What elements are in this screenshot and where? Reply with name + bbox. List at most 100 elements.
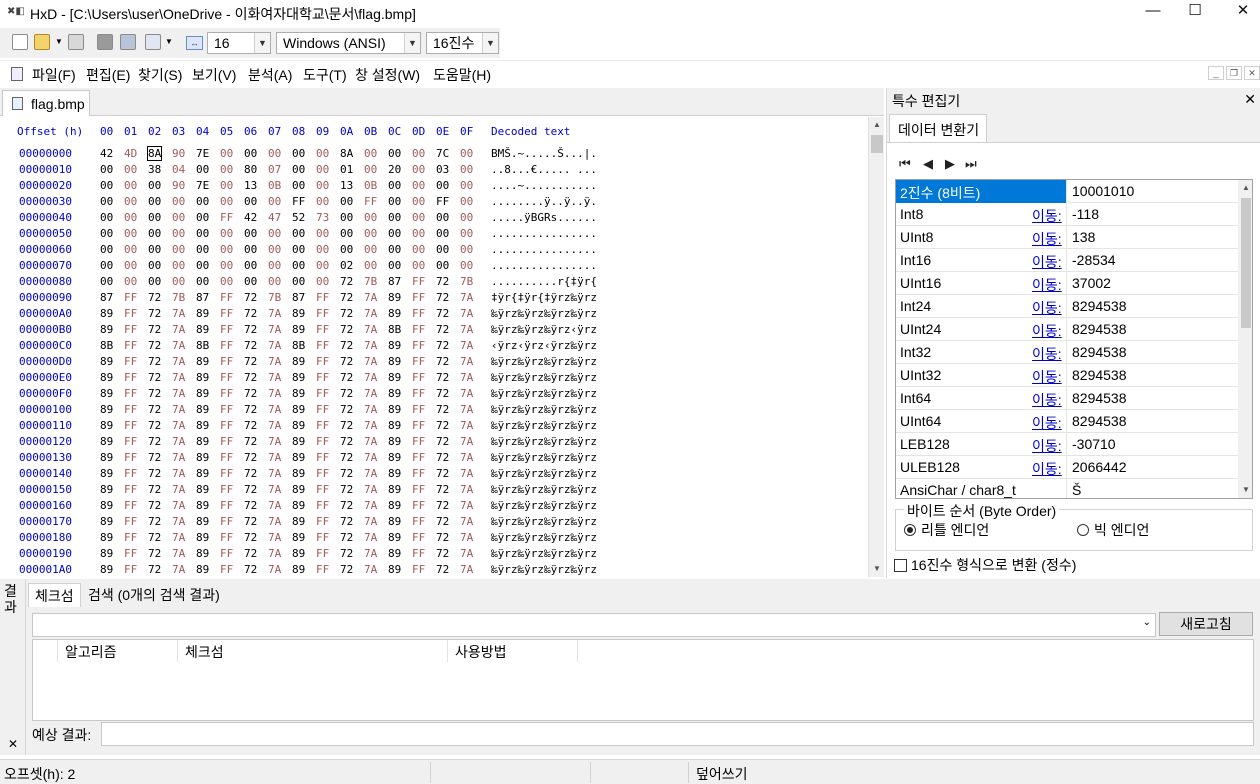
hex-byte[interactable]: FF [124, 547, 137, 560]
hex-byte[interactable]: 7A [268, 563, 281, 576]
hex-byte[interactable]: 89 [196, 451, 209, 464]
hex-byte[interactable]: 72 [436, 483, 449, 496]
hex-byte[interactable]: 89 [196, 467, 209, 480]
open-disk-icon[interactable] [97, 34, 113, 50]
hex-byte[interactable]: 72 [148, 387, 161, 400]
inspector-value[interactable]: 10001010 [1072, 183, 1134, 199]
hex-byte[interactable]: 89 [196, 307, 209, 320]
hex-byte[interactable]: 00 [220, 275, 233, 288]
hex-byte[interactable]: 7A [268, 355, 281, 368]
hex-byte[interactable]: 89 [100, 499, 113, 512]
hex-byte[interactable]: 89 [100, 323, 113, 336]
hex-byte[interactable]: 07 [268, 163, 281, 176]
hex-byte[interactable]: 89 [196, 547, 209, 560]
hex-byte[interactable]: 72 [244, 419, 257, 432]
hex-byte[interactable]: FF [124, 531, 137, 544]
hex-byte[interactable]: 00 [436, 179, 449, 192]
hex-byte[interactable]: 7A [364, 307, 377, 320]
hex-byte[interactable]: 72 [244, 515, 257, 528]
last-icon[interactable]: ⏭ [965, 156, 977, 172]
hex-byte[interactable]: 00 [460, 163, 473, 176]
hex-byte[interactable]: 7A [172, 547, 185, 560]
hex-byte[interactable]: 89 [100, 355, 113, 368]
hex-byte[interactable]: 73 [316, 211, 329, 224]
hex-byte[interactable]: FF [124, 467, 137, 480]
hex-byte[interactable]: 00 [364, 227, 377, 240]
hex-byte[interactable]: FF [124, 291, 137, 304]
hex-byte[interactable]: 89 [388, 515, 401, 528]
decoded-text[interactable]: ..........r{‡ÿr{ [491, 275, 597, 288]
decoded-text[interactable]: ‰ÿrz‰ÿrz‰ÿrz‹ÿrz [491, 323, 597, 336]
hex-byte[interactable]: FF [220, 291, 233, 304]
hex-byte[interactable]: 00 [316, 179, 329, 192]
hex-byte[interactable]: 00 [196, 243, 209, 256]
hex-byte[interactable]: FF [220, 483, 233, 496]
hex-byte[interactable]: 00 [412, 259, 425, 272]
hex-byte[interactable]: 00 [388, 195, 401, 208]
hex-byte[interactable]: 89 [196, 419, 209, 432]
hex-byte[interactable]: FF [124, 419, 137, 432]
hex-byte[interactable]: 7A [268, 307, 281, 320]
hex-byte[interactable]: 89 [292, 531, 305, 544]
hex-byte[interactable]: 72 [340, 563, 353, 576]
inspector-value[interactable]: 8294538 [1072, 298, 1127, 314]
hex-byte[interactable]: 89 [292, 371, 305, 384]
hex-byte[interactable]: 8B [388, 323, 401, 336]
hex-byte[interactable]: 72 [244, 355, 257, 368]
hex-byte[interactable]: FF [412, 387, 425, 400]
hex-byte[interactable]: 00 [100, 259, 113, 272]
minimize-button[interactable]: — [1130, 0, 1176, 24]
mdi-close-button[interactable]: ✕ [1244, 66, 1260, 80]
image-dropdown-icon[interactable]: ▼ [165, 37, 173, 46]
hex-byte[interactable]: 72 [340, 371, 353, 384]
hex-byte[interactable]: 7A [364, 531, 377, 544]
menu-file[interactable]: 파일(F) [32, 65, 76, 85]
hex-byte[interactable]: 7A [268, 451, 281, 464]
hex-byte[interactable]: 7A [364, 467, 377, 480]
hex-byte[interactable]: 00 [220, 243, 233, 256]
goto-link[interactable]: 이동: [1032, 206, 1062, 226]
hex-byte[interactable]: FF [316, 339, 329, 352]
inspector-value[interactable]: 8294538 [1072, 321, 1127, 337]
inspector-value[interactable]: -30710 [1072, 436, 1116, 452]
hex-byte[interactable]: 00 [460, 179, 473, 192]
inspector-row[interactable]: 2진수 (8비트) 10001010 [896, 180, 1238, 203]
hex-byte[interactable]: 7A [460, 483, 473, 496]
hex-byte[interactable]: 00 [388, 227, 401, 240]
hex-byte[interactable]: 00 [244, 227, 257, 240]
hex-byte[interactable]: 7A [268, 499, 281, 512]
hex-byte[interactable]: 89 [292, 387, 305, 400]
hex-byte[interactable]: 00 [148, 195, 161, 208]
hex-byte[interactable]: 00 [172, 211, 185, 224]
hex-byte[interactable]: FF [412, 531, 425, 544]
inspector-value[interactable]: -28534 [1072, 252, 1116, 268]
hex-byte[interactable]: 00 [364, 211, 377, 224]
hex-byte[interactable]: 89 [292, 515, 305, 528]
hex-byte[interactable]: 89 [388, 371, 401, 384]
inspector-value[interactable]: -118 [1072, 206, 1099, 222]
hex-byte[interactable]: 04 [172, 163, 185, 176]
hex-byte[interactable]: 72 [244, 467, 257, 480]
hex-byte[interactable]: 7A [268, 371, 281, 384]
hex-byte[interactable]: FF [220, 211, 233, 224]
hex-byte[interactable]: 7A [172, 515, 185, 528]
hex-byte[interactable]: 7A [364, 339, 377, 352]
decoded-text[interactable]: ................ [491, 243, 597, 256]
hex-scrollbar[interactable]: ▲ ▼ [868, 117, 884, 577]
hex-byte[interactable]: 89 [100, 563, 113, 576]
hex-byte[interactable]: 00 [316, 195, 329, 208]
decoded-text[interactable]: ‰ÿrz‰ÿrz‰ÿrz‰ÿrz [491, 387, 597, 400]
scroll-down-icon[interactable]: ▼ [1238, 482, 1252, 498]
inspector-row[interactable]: Int32 이동: 8294538 [896, 341, 1238, 364]
hex-byte[interactable]: 00 [412, 147, 425, 160]
hex-byte[interactable]: 87 [388, 275, 401, 288]
hex-byte[interactable]: 7A [364, 355, 377, 368]
hex-byte[interactable]: 72 [436, 355, 449, 368]
hex-byte[interactable]: 00 [364, 147, 377, 160]
hex-byte[interactable]: 89 [292, 499, 305, 512]
hex-byte[interactable]: 7A [460, 451, 473, 464]
hex-byte[interactable]: 00 [292, 259, 305, 272]
hex-byte[interactable]: 00 [268, 147, 281, 160]
hex-byte[interactable]: 00 [220, 195, 233, 208]
expected-result-input[interactable] [101, 722, 1254, 746]
